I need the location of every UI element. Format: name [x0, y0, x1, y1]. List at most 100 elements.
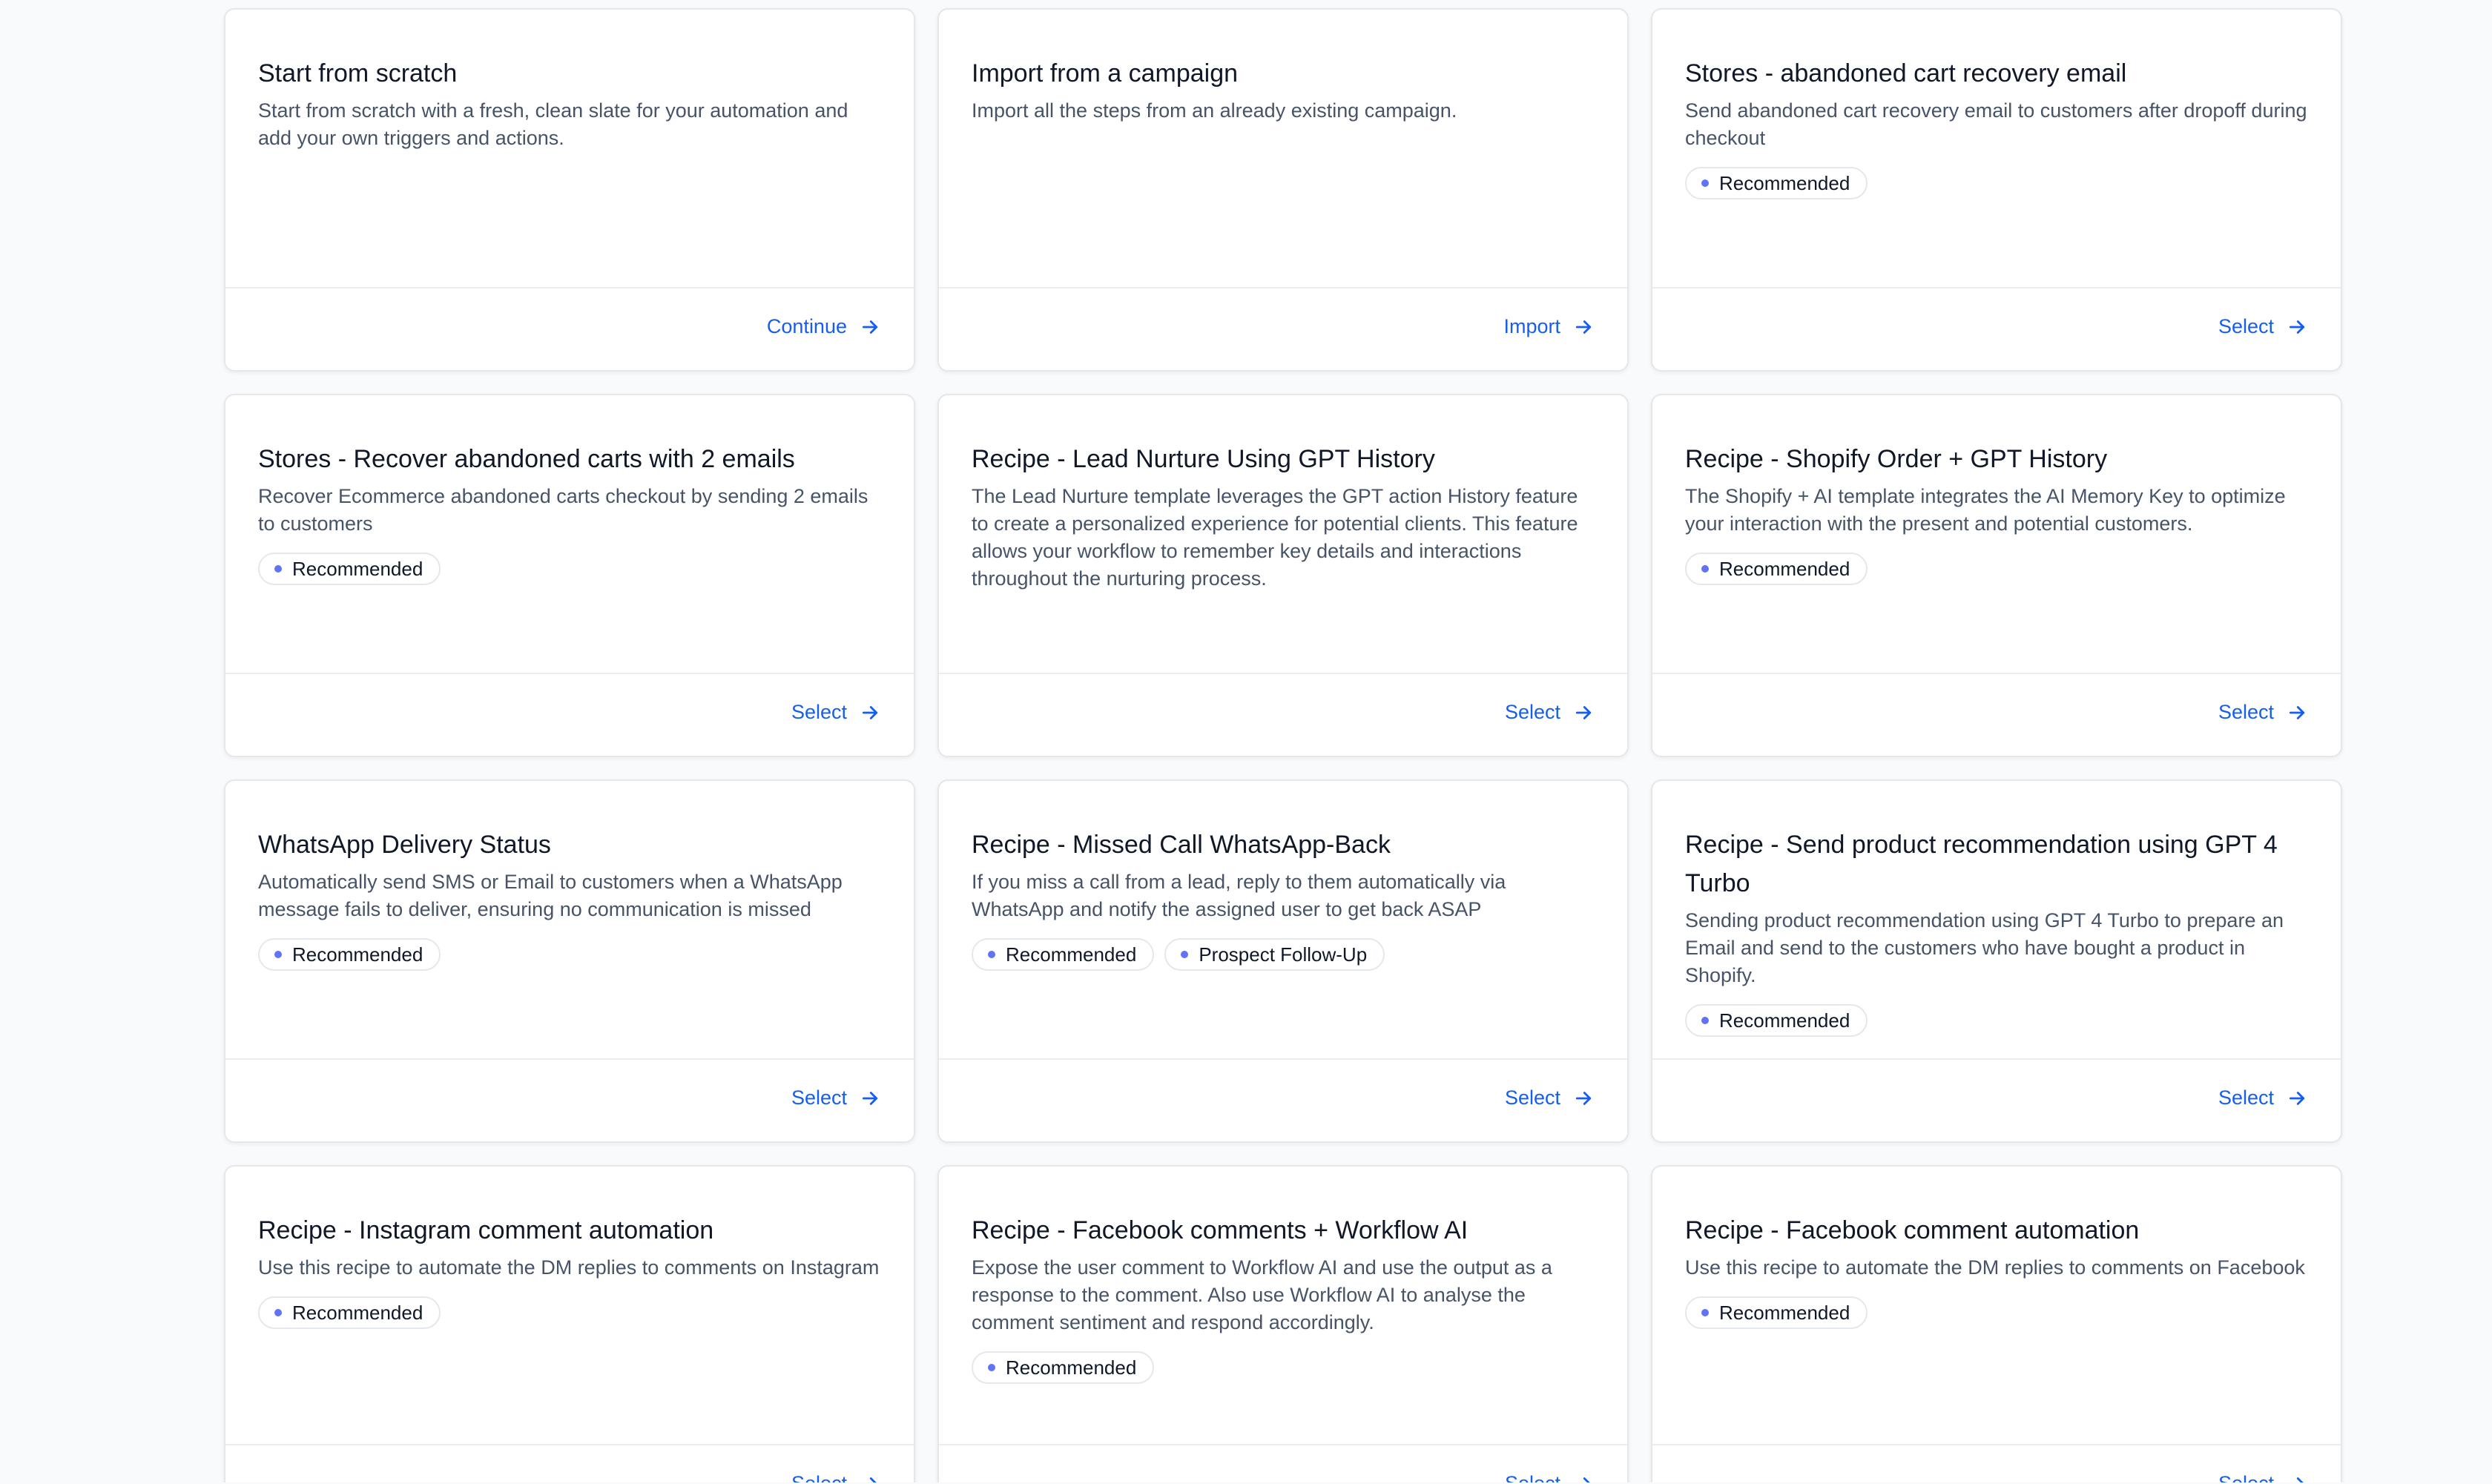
template-description: Recover Ecommerce abandoned carts checko… — [258, 485, 868, 535]
dot-icon — [988, 1364, 995, 1371]
tag-badge: Recommended — [1685, 1004, 1868, 1037]
dot-icon — [274, 1309, 282, 1316]
tag-label: Recommended — [1719, 1301, 1850, 1324]
template-card-body: Recipe - Shopify Order + GPT History The … — [1685, 440, 2308, 585]
template-title: Recipe - Send product recommendation usi… — [1685, 831, 2278, 897]
arrow-right-icon — [859, 1087, 881, 1109]
template-description: Import all the steps from an already exi… — [972, 99, 1457, 122]
template-card[interactable]: Recipe - Facebook comments + Workflow AI… — [937, 1165, 1629, 1484]
template-card-body: Import from a campaign Import all the ste… — [972, 54, 1595, 125]
template-description: Automatically send SMS or Email to custo… — [258, 871, 843, 920]
template-card-body: Recipe - Facebook comment automation Use … — [1685, 1211, 2308, 1329]
template-title: Recipe - Shopify Order + GPT History — [1685, 445, 2108, 473]
template-action-button[interactable]: Continue — [767, 315, 881, 338]
template-card[interactable]: Recipe - Send product recommendation usi… — [1651, 779, 2342, 1143]
template-card-body: Stores - abandoned cart recovery email Se… — [1685, 54, 2308, 199]
template-title: Recipe - Lead Nurture Using GPT History — [972, 445, 1435, 473]
template-description: Start from scratch with a fresh, clean s… — [258, 99, 848, 149]
action-label: Select — [2218, 1086, 2274, 1109]
template-card[interactable]: Stores - Recover abandoned carts with 2 … — [224, 394, 915, 757]
template-card[interactable]: Recipe - Facebook comment automation Use … — [1651, 1165, 2342, 1484]
template-title: Recipe - Facebook comment automation — [1685, 1216, 2140, 1244]
template-tags: Recommended — [972, 1351, 1595, 1384]
template-action-button[interactable]: Select — [791, 701, 881, 724]
tag-label: Recommended — [1719, 171, 1850, 194]
template-tags: Recommended Prospect Follow-Up — [972, 938, 1595, 971]
tag-badge: Recommended — [972, 938, 1155, 971]
template-tags: Recommended — [258, 553, 881, 585]
arrow-right-icon — [1572, 702, 1595, 724]
template-card[interactable]: Recipe - Instagram comment automation Use… — [224, 1165, 915, 1484]
template-card-body: Recipe - Send product recommendation usi… — [1685, 825, 2308, 1037]
template-action-button[interactable]: Select — [2218, 701, 2308, 724]
template-description: If you miss a call from a lead, reply to… — [972, 871, 1506, 920]
action-label: Select — [1504, 701, 1560, 723]
template-action-button[interactable]: Select — [2218, 315, 2308, 338]
template-action-button[interactable]: Select — [2218, 1086, 2308, 1109]
template-action-button[interactable]: Select — [791, 1086, 881, 1109]
action-label: Select — [2218, 315, 2274, 337]
template-tags: Recommended — [1685, 1004, 2308, 1037]
template-card-body: Start from scratch Start from scratch wit… — [258, 54, 881, 152]
template-card-footer: Select — [1652, 287, 2341, 370]
arrow-right-icon — [859, 702, 881, 724]
template-card[interactable]: WhatsApp Delivery Status Automatically se… — [224, 779, 915, 1143]
template-gallery: Start from scratch Start from scratch wit… — [0, 0, 2492, 1484]
template-card[interactable]: Import from a campaign Import all the ste… — [937, 8, 1629, 372]
tag-badge: Recommended — [972, 1351, 1155, 1384]
template-title: Stores - abandoned cart recovery email — [1685, 59, 2127, 88]
template-tags: Recommended — [1685, 553, 2308, 585]
template-card-footer: Select — [1652, 1058, 2341, 1141]
action-label: Select — [791, 701, 847, 723]
dot-icon — [1181, 951, 1189, 958]
template-card-body: Recipe - Lead Nurture Using GPT History T… — [972, 440, 1595, 593]
template-description: Use this recipe to automate the DM repli… — [1685, 1256, 2305, 1279]
template-card[interactable]: Start from scratch Start from scratch wit… — [224, 8, 915, 372]
tag-label: Prospect Follow-Up — [1199, 943, 1368, 966]
tag-label: Recommended — [292, 1301, 423, 1324]
tag-badge: Recommended — [1685, 553, 1868, 585]
action-label: Select — [2218, 701, 2274, 723]
template-card[interactable]: Recipe - Lead Nurture Using GPT History T… — [937, 394, 1629, 757]
template-description: Expose the user comment to Workflow AI a… — [972, 1256, 1552, 1333]
template-action-button[interactable]: Import — [1503, 315, 1595, 338]
template-description: Send abandoned cart recovery email to cu… — [1685, 99, 2307, 149]
arrow-right-icon — [2286, 1087, 2308, 1109]
template-title: Start from scratch — [258, 59, 458, 88]
template-card-body: Recipe - Missed Call WhatsApp-Back If you… — [972, 825, 1595, 971]
template-card-footer: Select — [1652, 1444, 2341, 1484]
template-card-footer: Select — [225, 1058, 914, 1141]
template-title: Recipe - Missed Call WhatsApp-Back — [972, 831, 1391, 859]
template-card[interactable]: Recipe - Missed Call WhatsApp-Back If you… — [937, 779, 1629, 1143]
template-card[interactable]: Stores - abandoned cart recovery email Se… — [1651, 8, 2342, 372]
dot-icon — [988, 951, 995, 958]
template-card-body: Stores - Recover abandoned carts with 2 … — [258, 440, 881, 585]
tag-badge: Recommended — [258, 1296, 441, 1329]
action-label: Continue — [766, 315, 847, 337]
tag-label: Recommended — [1719, 1009, 1850, 1032]
dot-icon — [1701, 1309, 1709, 1316]
template-card-body: Recipe - Instagram comment automation Use… — [258, 1211, 881, 1329]
dot-icon — [274, 951, 282, 958]
tag-badge: Prospect Follow-Up — [1164, 938, 1385, 971]
tag-label: Recommended — [292, 557, 423, 580]
template-card[interactable]: Recipe - Shopify Order + GPT History The … — [1651, 394, 2342, 757]
tag-label: Recommended — [1006, 1356, 1137, 1379]
template-card-footer: Select — [939, 673, 1627, 756]
template-card-footer: Select — [225, 1444, 914, 1484]
action-label: Select — [791, 1086, 847, 1109]
tag-badge: Recommended — [258, 553, 441, 585]
tag-label: Recommended — [1719, 557, 1850, 580]
dot-icon — [1701, 1017, 1709, 1024]
template-tags: Recommended — [258, 1296, 881, 1329]
action-label: Select — [1504, 1086, 1560, 1109]
template-title: Stores - Recover abandoned carts with 2 … — [258, 445, 795, 473]
template-card-body: WhatsApp Delivery Status Automatically se… — [258, 825, 881, 971]
template-action-button[interactable]: Select — [1505, 1086, 1595, 1109]
arrow-right-icon — [1572, 1087, 1595, 1109]
template-action-button[interactable]: Select — [1505, 701, 1595, 724]
arrow-right-icon — [1572, 316, 1595, 338]
template-tags: Recommended — [1685, 1296, 2308, 1329]
dot-icon — [1701, 179, 1709, 187]
template-card-footer: Select — [939, 1058, 1627, 1141]
